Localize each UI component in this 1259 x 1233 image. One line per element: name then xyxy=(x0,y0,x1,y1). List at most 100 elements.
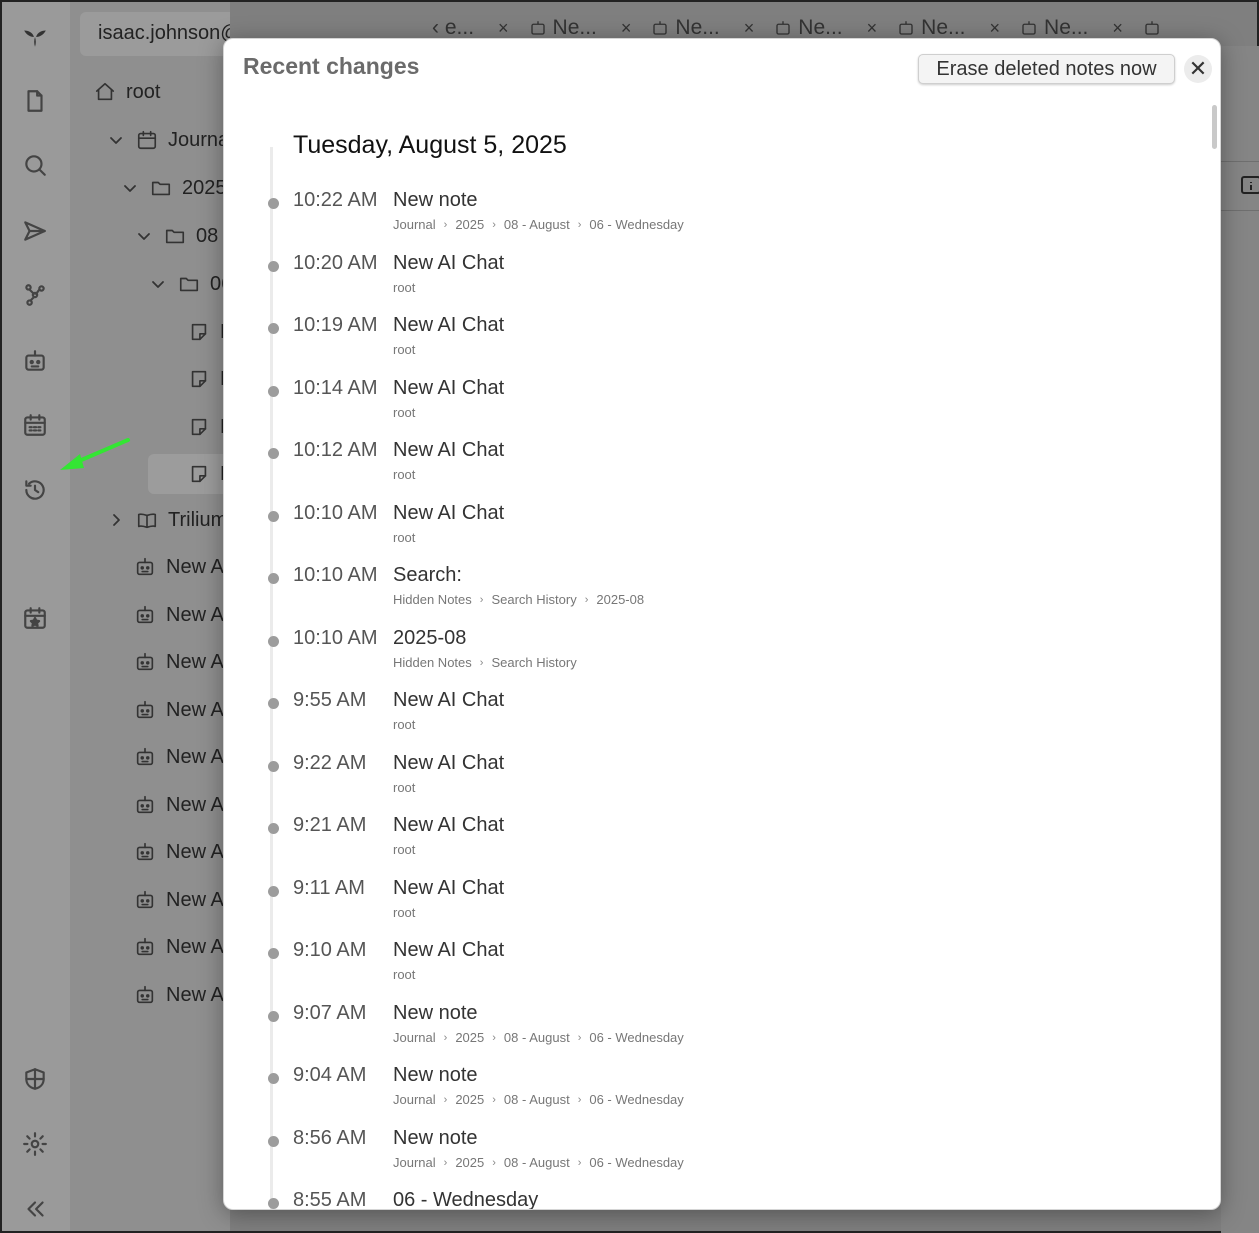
tree-item[interactable]: 08 xyxy=(136,216,218,256)
note-tree-panel: isaac.johnson@gmail.com root Journal 2025 0… xyxy=(70,2,230,1231)
change-note-link[interactable]: 2025-08 xyxy=(393,627,466,650)
search-icon[interactable] xyxy=(16,146,54,184)
calendar-icon[interactable] xyxy=(16,406,54,444)
change-note-link[interactable]: New AI Chat xyxy=(393,377,504,400)
breadcrumb-segment[interactable]: 06 - Wednesday xyxy=(589,1155,683,1170)
close-icon[interactable]: × xyxy=(1112,18,1123,39)
breadcrumb-segment[interactable]: 2025-08 xyxy=(596,592,644,607)
change-note-link[interactable]: New AI Chat xyxy=(393,502,504,525)
account-search-box[interactable]: isaac.johnson@gmail.com xyxy=(80,12,230,56)
close-icon[interactable]: × xyxy=(498,18,509,39)
app-logo-icon[interactable] xyxy=(16,18,54,56)
change-note-link[interactable]: New note xyxy=(393,189,478,212)
breadcrumb-separator-icon: › xyxy=(584,593,589,606)
change-note-link[interactable]: New AI Chat xyxy=(393,689,504,712)
close-icon[interactable]: × xyxy=(867,18,878,39)
breadcrumb-segment[interactable]: Journal xyxy=(393,1030,436,1045)
tree-item[interactable]: New AI Chat xyxy=(134,690,230,730)
breadcrumb-segment[interactable]: 08 - August xyxy=(504,1155,570,1170)
new-note-icon[interactable] xyxy=(16,82,54,120)
tree-item[interactable]: 06 xyxy=(150,264,230,304)
tree-item[interactable]: New AI Chat xyxy=(134,785,230,825)
breadcrumb-segment[interactable]: 08 - August xyxy=(504,1030,570,1045)
tree-item[interactable]: 2025 xyxy=(122,168,227,208)
breadcrumb-segment[interactable]: Journal xyxy=(393,1155,436,1170)
breadcrumb-segment[interactable]: Journal xyxy=(393,1092,436,1107)
breadcrumb-segment[interactable]: 2025 xyxy=(455,1155,484,1170)
note-map-icon[interactable] xyxy=(16,276,54,314)
tree-item[interactable]: Journal xyxy=(108,120,230,160)
breadcrumb-segment[interactable]: Search History xyxy=(491,592,576,607)
breadcrumb-segment[interactable]: 06 - Wednesday xyxy=(589,1030,683,1045)
chevron-down-icon[interactable] xyxy=(108,132,124,148)
change-note-link[interactable]: New AI Chat xyxy=(393,752,504,775)
erase-deleted-notes-button[interactable]: Erase deleted notes now xyxy=(918,54,1175,84)
breadcrumb-segment[interactable]: root xyxy=(393,405,415,420)
tree-item[interactable]: root xyxy=(94,72,160,112)
change-note-link[interactable]: New note xyxy=(393,1127,478,1150)
chevron-down-icon[interactable] xyxy=(122,180,138,196)
tree-item[interactable]: New AI Chat xyxy=(134,975,230,1015)
breadcrumb-segment[interactable]: Hidden Notes xyxy=(393,655,472,670)
tree-item[interactable]: New AI Chat xyxy=(134,595,230,635)
change-note-link[interactable]: 06 - Wednesday xyxy=(393,1189,538,1209)
robot-icon xyxy=(136,937,154,956)
breadcrumb-segment[interactable]: 2025 xyxy=(455,1030,484,1045)
tree-item[interactable]: New AI Chat xyxy=(134,642,230,682)
breadcrumb-segment[interactable]: 06 - Wednesday xyxy=(589,217,683,232)
tree-item[interactable]: New AI Chat xyxy=(134,927,230,967)
breadcrumb-segment[interactable]: 08 - August xyxy=(504,217,570,232)
breadcrumb-segment[interactable]: root xyxy=(393,905,415,920)
breadcrumb-segment[interactable]: root xyxy=(393,530,415,545)
tree-item-label: New AI Chat xyxy=(166,603,230,626)
breadcrumb-segment[interactable]: Search History xyxy=(491,655,576,670)
change-note-link[interactable]: New note xyxy=(393,1064,478,1087)
breadcrumb-separator-icon: › xyxy=(492,1156,496,1169)
breadcrumb-segment[interactable]: root xyxy=(393,842,415,857)
recent-changes-icon[interactable] xyxy=(16,471,54,509)
change-note-link[interactable]: New AI Chat xyxy=(393,252,504,275)
breadcrumb-segment[interactable]: root xyxy=(393,967,415,982)
chevron-down-icon[interactable] xyxy=(136,228,152,244)
today-note-icon[interactable] xyxy=(16,599,54,637)
ai-chat-icon[interactable] xyxy=(16,342,54,380)
breadcrumb-segment[interactable]: root xyxy=(393,342,415,357)
send-icon[interactable] xyxy=(16,212,54,250)
change-note-link[interactable]: New AI Chat xyxy=(393,814,504,837)
change-note-link[interactable]: New AI Chat xyxy=(393,877,504,900)
protected-session-icon[interactable] xyxy=(16,1060,54,1098)
breadcrumb-segment[interactable]: 2025 xyxy=(455,1092,484,1107)
breadcrumb-segment[interactable]: root xyxy=(393,467,415,482)
chevron-down-icon[interactable] xyxy=(150,276,166,292)
tree-item[interactable]: New AI Chat xyxy=(134,547,230,587)
breadcrumb-segment[interactable]: root xyxy=(393,717,415,732)
info-icon[interactable] xyxy=(1239,174,1259,198)
tree-item[interactable]: New AI Chat xyxy=(134,832,230,872)
scrollbar-thumb[interactable] xyxy=(1212,105,1217,149)
breadcrumb-segment[interactable]: 06 - Wednesday xyxy=(589,1092,683,1107)
change-note-link[interactable]: Search: xyxy=(393,564,462,587)
tree-item[interactable]: N xyxy=(148,454,230,494)
note-path-breadcrumb: root xyxy=(393,530,415,545)
change-note-link[interactable]: New note xyxy=(393,1002,478,1025)
breadcrumb-segment[interactable]: 08 - August xyxy=(504,1092,570,1107)
close-icon[interactable]: × xyxy=(990,18,1001,39)
note-path-breadcrumb: root xyxy=(393,842,415,857)
breadcrumb-segment[interactable]: 2025 xyxy=(455,217,484,232)
chevron-right-icon[interactable] xyxy=(108,512,124,528)
tree-item[interactable]: New AI Chat xyxy=(134,880,230,920)
settings-gear-icon[interactable] xyxy=(16,1125,54,1163)
breadcrumb-segment[interactable]: Journal xyxy=(393,217,436,232)
collapse-sidebar-icon[interactable] xyxy=(16,1190,54,1228)
change-note-link[interactable]: New AI Chat xyxy=(393,439,504,462)
breadcrumb-segment[interactable]: root xyxy=(393,780,415,795)
change-note-link[interactable]: New AI Chat xyxy=(393,314,504,337)
close-icon[interactable]: × xyxy=(744,18,755,39)
tree-item[interactable]: Trilium xyxy=(108,500,227,540)
close-icon[interactable]: × xyxy=(621,18,632,39)
breadcrumb-segment[interactable]: Hidden Notes xyxy=(393,592,472,607)
tree-item[interactable]: New AI Chat xyxy=(134,737,230,777)
change-note-link[interactable]: New AI Chat xyxy=(393,939,504,962)
breadcrumb-segment[interactable]: root xyxy=(393,280,415,295)
close-dialog-button[interactable]: ✕ xyxy=(1184,55,1212,83)
